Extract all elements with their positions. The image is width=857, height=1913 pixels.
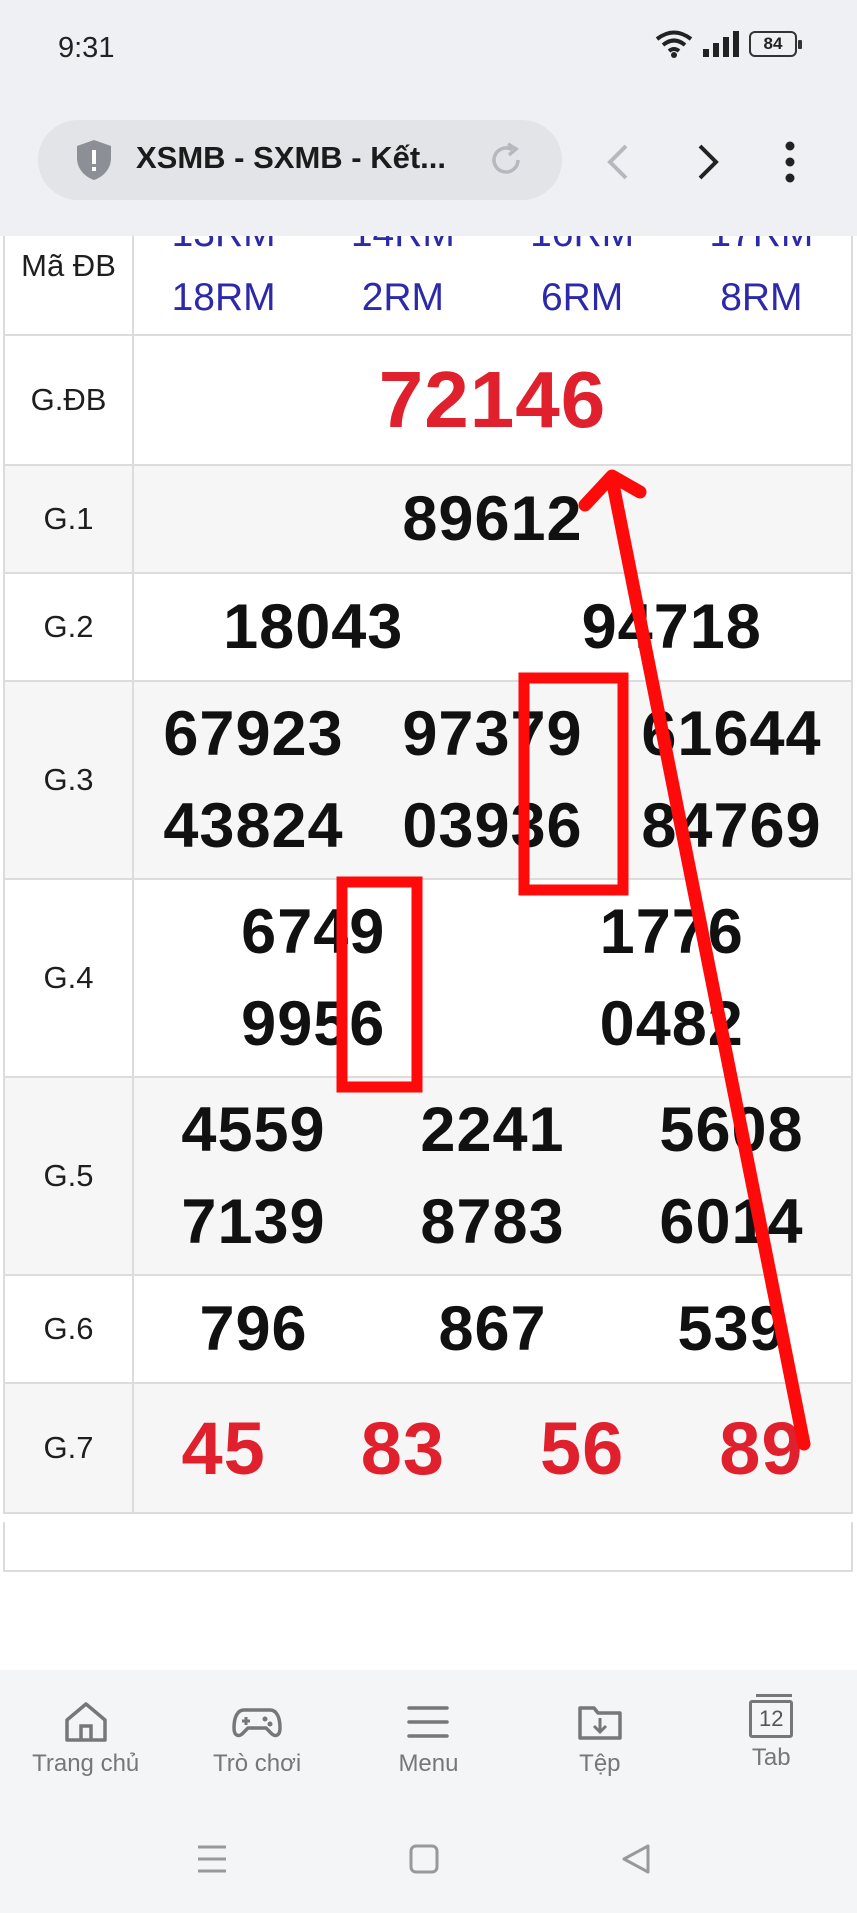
folder-download-icon (578, 1706, 622, 1740)
db-code: 6RM (540, 276, 624, 319)
prize-number: 43824 (163, 791, 344, 861)
status-time: 9:31 (58, 32, 115, 64)
db-code: 13RM (134, 236, 313, 266)
row-db-codes: Mã ĐB 13RM 14RM 16RM 17RM 18RM 2RM 6RM 8… (3, 236, 853, 336)
row-g3: G.3 67923 97379 61644 43824 03936 84769 (3, 680, 853, 880)
nav-label: Tab (751, 1744, 791, 1771)
battery-icon: 84 (749, 31, 802, 57)
db-codes-cell: 13RM 14RM 16RM 17RM 18RM 2RM 6RM 8RM (132, 236, 853, 336)
db-codes-top: 13RM 14RM 16RM 17RM (134, 236, 851, 266)
row-g5: G.5 4559 2241 5608 7139 8783 6014 (3, 1076, 853, 1276)
prize-number: 1776 (599, 897, 744, 967)
label-g3: G.3 (3, 680, 134, 880)
system-icons: 84 (655, 30, 802, 58)
menu-icon (407, 1706, 450, 1738)
db-code: 17RM (672, 236, 851, 266)
address-bar[interactable]: XSMB - SXMB - Kết... (38, 120, 562, 200)
signal-icon (703, 31, 739, 57)
status-bar: 9:31 84 (0, 0, 857, 100)
label-g7: G.7 (3, 1382, 134, 1514)
prize-number: 18043 (223, 592, 404, 662)
recent-apps-icon[interactable] (196, 1844, 228, 1874)
nav-games-button[interactable]: Trò chơi (177, 1670, 337, 1800)
home-icon (64, 1702, 107, 1742)
prize-number: 45 (181, 1406, 266, 1490)
nav-label: Trò chơi (212, 1750, 302, 1777)
nav-tabs-button[interactable]: 12 Tab (691, 1670, 851, 1800)
forward-icon[interactable] (686, 140, 730, 184)
prize-number: 7139 (181, 1187, 326, 1257)
label-g2: G.2 (3, 572, 134, 682)
tabs-icon: 12 (749, 1694, 794, 1738)
prize-number: 89612 (402, 484, 583, 554)
wifi-icon (655, 30, 693, 58)
row-special-prize: G.ĐB 72146 (3, 334, 853, 466)
back-gesture-icon[interactable] (620, 1844, 652, 1874)
prize-number: 4559 (181, 1095, 326, 1165)
db-code: 2RM (361, 276, 445, 319)
nav-label: Trang chủ (32, 1750, 140, 1777)
prize-number: 5608 (659, 1095, 804, 1165)
gamepad-icon (232, 1708, 282, 1738)
back-icon[interactable] (598, 140, 642, 184)
label-g5: G.5 (3, 1076, 134, 1276)
prize-number: 94718 (581, 592, 762, 662)
label-g1: G.1 (3, 464, 134, 574)
prize-number: 2241 (420, 1095, 565, 1165)
prize-number: 539 (677, 1294, 786, 1364)
prize-number: 97379 (402, 699, 583, 769)
shield-icon[interactable] (74, 138, 114, 182)
prize-number: 89 (719, 1406, 804, 1490)
prize-number: 83 (360, 1406, 446, 1490)
label-special-prize: G.ĐB (3, 334, 134, 466)
prize-number: 0482 (599, 989, 744, 1059)
row-g1: G.1 89612 (3, 464, 853, 574)
label-db-codes: Mã ĐB (3, 236, 134, 336)
row-g2: G.2 18043 94718 (3, 572, 853, 682)
prize-number: 03936 (402, 791, 583, 861)
nav-menu-button[interactable]: Menu (348, 1670, 508, 1800)
empty-row (3, 1522, 853, 1572)
page-title[interactable]: XSMB - SXMB - Kết... (136, 140, 496, 176)
db-code: 8RM (720, 276, 803, 319)
prize-number: 84769 (641, 791, 822, 861)
prize-number: 796 (199, 1294, 308, 1364)
bottom-navigation: Trang chủ Trò chơi Menu Tệp 12 Tab (0, 1670, 857, 1800)
prize-number: 67923 (163, 699, 344, 769)
results-page[interactable]: Mã ĐB 13RM 14RM 16RM 17RM 18RM 2RM 6RM 8… (0, 236, 857, 1670)
db-code: 14RM (313, 236, 492, 266)
row-g7: G.7 45 83 56 89 (3, 1382, 853, 1514)
prize-number: 867 (438, 1294, 547, 1364)
special-prize-cell: 72146 (132, 334, 853, 466)
reload-icon[interactable] (486, 140, 526, 180)
nav-files-button[interactable]: Tệp (520, 1670, 680, 1800)
prize-number: 56 (539, 1406, 625, 1490)
prize-number: 6749 (241, 897, 386, 967)
row-g6: G.6 796 867 539 (3, 1274, 853, 1384)
row-g4: G.4 6749 1776 9956 0482 (3, 878, 853, 1078)
db-code: 16RM (493, 236, 672, 266)
system-navigation-bar (0, 1800, 857, 1913)
nav-home-button[interactable]: Trang chủ (6, 1670, 166, 1800)
prize-number: 9956 (241, 989, 386, 1059)
nav-label: Menu (398, 1750, 459, 1777)
more-options-icon[interactable] (780, 140, 800, 184)
prize-number: 6014 (659, 1187, 804, 1257)
lottery-results-table: Mã ĐB 13RM 14RM 16RM 17RM 18RM 2RM 6RM 8… (3, 236, 853, 1514)
label-g6: G.6 (3, 1274, 134, 1384)
label-g4: G.4 (3, 878, 134, 1078)
prize-number: 8783 (420, 1187, 565, 1257)
nav-label: Tệp (579, 1750, 621, 1777)
home-gesture-icon[interactable] (409, 1844, 439, 1874)
db-code: 18RM (171, 276, 276, 319)
prize-number: 61644 (641, 699, 822, 769)
db-codes-bottom: 18RM 2RM 6RM 8RM (134, 266, 851, 330)
special-prize-number: 72146 (378, 355, 607, 444)
